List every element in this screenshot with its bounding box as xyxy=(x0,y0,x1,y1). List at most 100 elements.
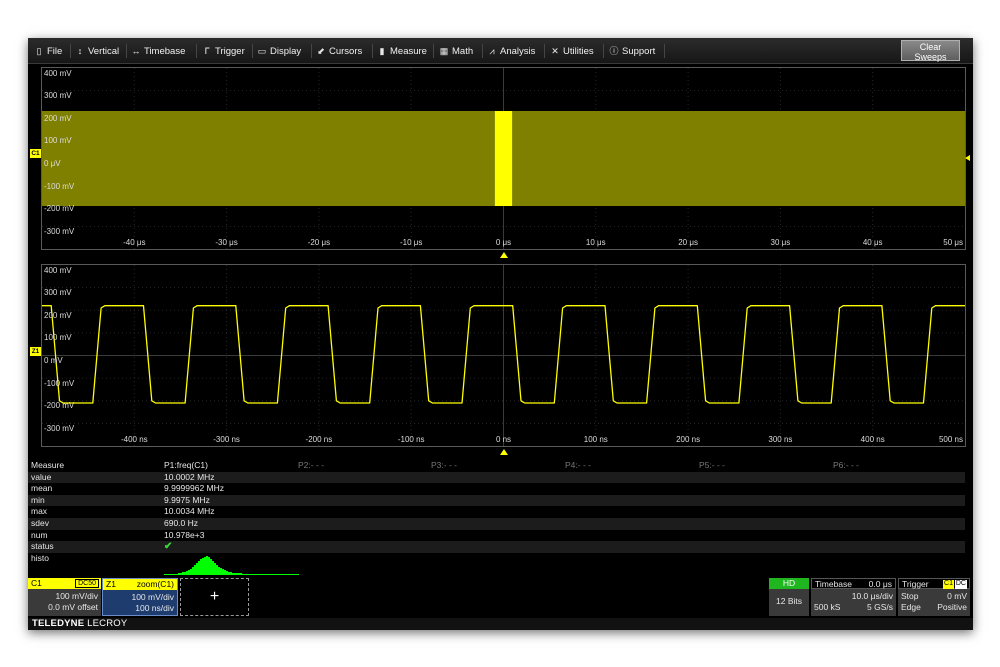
z1-x-tick-label: -200 ns xyxy=(305,435,333,444)
z1-waveform-plot xyxy=(42,265,965,446)
z1-x-tick-label: 400 ns xyxy=(860,435,885,444)
measure-row-min: min 9.9975 MHz xyxy=(28,494,965,507)
z1-descriptor-header: Z1 zoom(C1) xyxy=(103,579,177,590)
z1-y-tick-label: 200 mV xyxy=(44,310,72,320)
c1-x-tick-label: 40 μs xyxy=(862,238,883,247)
timebase-descriptor[interactable]: Timebase 0.0 μs 10.0 μs/div 500 kS 5 GS/s xyxy=(811,578,896,616)
add-trace-button[interactable]: + xyxy=(180,578,249,616)
c1-x-tick-label: 0 μs xyxy=(495,238,512,247)
z1-x-tick-label: -100 ns xyxy=(397,435,425,444)
menu-measure[interactable]: ▮ Measure xyxy=(377,43,427,59)
z1-y-tick-label: 400 mV xyxy=(44,265,72,275)
menu-cursors[interactable]: ⬋ Cursors xyxy=(316,43,362,59)
histo-bar xyxy=(192,566,194,574)
z1-y-tick-label: -300 mV xyxy=(44,423,75,433)
measure-header-row: Measure P1:freq(C1) P2:- - - P3:- - - P4… xyxy=(28,460,965,472)
c1-y-tick-label: -300 mV xyxy=(44,226,75,236)
histogram-icon xyxy=(164,555,299,575)
info-icon: ⓘ xyxy=(609,46,619,56)
param-p2[interactable]: P2:- - - xyxy=(298,460,324,472)
param-p4[interactable]: P4:- - - xyxy=(565,460,591,472)
trigger-position-marker-z1[interactable] xyxy=(500,449,508,455)
horizontal-arrows-icon: ↔ xyxy=(131,46,141,56)
menu-math[interactable]: ▦ Math xyxy=(439,43,473,59)
menu-utilities[interactable]: ✕ Utilities xyxy=(550,43,593,59)
histo-bar xyxy=(204,556,206,574)
histo-bar xyxy=(180,572,182,574)
histo-bar xyxy=(230,571,232,574)
param-p1[interactable]: P1:freq(C1) xyxy=(164,460,208,472)
z1-trace-label[interactable]: Z1 xyxy=(30,347,41,356)
histo-bar xyxy=(218,566,220,574)
trigger-position-marker-c1[interactable] xyxy=(500,252,508,258)
zoom-window-highlight xyxy=(494,110,513,207)
histo-bar xyxy=(210,558,212,574)
z1-y-tick-label: -100 mV xyxy=(44,378,75,388)
c1-x-tick-label: 20 μs xyxy=(678,238,698,247)
histo-bar xyxy=(196,562,198,574)
z1-x-tick-label: 0 ns xyxy=(495,435,512,444)
zoom-z1-grid[interactable]: 400 mV 300 mV 200 mV 100 mV 0 mV -100 mV -200 … xyxy=(41,264,966,447)
measure-row-mean: mean 9.9999962 MHz xyxy=(31,483,225,494)
footer-bar: TELEDYNE LECROY xyxy=(28,618,973,630)
menu-vertical[interactable]: ↕ Vertical xyxy=(75,43,119,59)
measure-row-value: value 10.0002 MHz xyxy=(28,471,965,484)
histo-bar xyxy=(220,567,222,574)
histo-bar xyxy=(208,556,210,574)
c1-waveform-plot xyxy=(42,68,965,249)
chart-icon: ⩘ xyxy=(489,46,495,56)
histo-bar xyxy=(224,569,226,574)
histo-bar xyxy=(234,572,236,574)
z1-x-tick-label: 300 ns xyxy=(768,435,793,444)
oscilloscope-window: ▯ File ↕ Vertical ↔ Timebase ᒥ Trigger ▭ Disp… xyxy=(28,38,973,630)
calculator-icon: ▦ xyxy=(439,46,449,56)
c1-y-tick-label: 300 mV xyxy=(44,91,72,101)
trigger-level-marker[interactable] xyxy=(965,155,970,161)
histo-bar xyxy=(200,558,202,574)
z1-x-tick-label: -400 ns xyxy=(120,435,148,444)
hd-descriptor[interactable]: HD 12 Bits xyxy=(769,578,809,616)
z1-y-tick-label: -200 mV xyxy=(44,401,75,411)
c1-y-tick-label: 400 mV xyxy=(44,68,72,78)
c1-y-tick-label: -100 mV xyxy=(44,181,75,191)
measure-row-sdev: sdev 690.0 Hz xyxy=(28,518,965,530)
menu-trigger[interactable]: ᒥ Trigger xyxy=(202,43,244,59)
c1-y-tick-label: -200 mV xyxy=(44,204,75,214)
menu-analysis[interactable]: ⩘ Analysis xyxy=(487,43,535,59)
c1-x-tick-label: -40 μs xyxy=(123,238,146,247)
trigger-descriptor[interactable]: Trigger C1 DC Stop 0 mV Edge Positive xyxy=(898,578,970,616)
z1-x-tick-label: 100 ns xyxy=(583,435,608,444)
menu-support[interactable]: ⓘ Support xyxy=(609,43,655,59)
c1-descriptor[interactable]: C1 DC50 100 mV/div 0.0 mV offset xyxy=(28,578,101,616)
menu-file[interactable]: ▯ File xyxy=(34,43,63,59)
menu-timebase[interactable]: ↔ Timebase xyxy=(131,43,186,59)
histo-bar xyxy=(178,572,180,574)
histo-bar xyxy=(198,560,200,574)
channel-c1-grid[interactable]: 400 mV 300 mV 200 mV 100 mV 0 μV -100 mV -200 … xyxy=(41,67,966,250)
measure-row-num: num 10.978e+3 xyxy=(31,529,205,540)
histo-bar xyxy=(216,564,218,574)
histo-bar xyxy=(206,555,208,574)
histo-bar xyxy=(202,557,204,574)
teledyne-lecroy-logo: TELEDYNE LECROY xyxy=(32,618,128,629)
param-p5[interactable]: P5:- - - xyxy=(699,460,725,472)
histo-bar xyxy=(240,572,242,574)
menu-display[interactable]: ▭ Display xyxy=(257,43,301,59)
param-p6[interactable]: P6:- - - xyxy=(833,460,859,472)
c1-x-tick-label: -20 μs xyxy=(307,238,331,247)
c1-trace-label[interactable]: C1 xyxy=(30,149,41,158)
status-ok-icon: ✔ xyxy=(164,541,173,553)
menu-bar: ▯ File ↕ Vertical ↔ Timebase ᒥ Trigger ▭ Disp… xyxy=(28,38,973,64)
z1-y-tick-label: 100 mV xyxy=(44,333,72,343)
measure-row-histo: histo xyxy=(28,553,965,575)
trigger-icon: ᒥ xyxy=(204,46,210,56)
z1-y-tick-label: 300 mV xyxy=(44,288,72,298)
z1-y-tick-label: 0 mV xyxy=(44,356,63,365)
c1-y-tick-label: 200 mV xyxy=(44,113,72,123)
clear-sweeps-button[interactable]: Clear Sweeps xyxy=(901,40,960,62)
param-p3[interactable]: P3:- - - xyxy=(431,460,457,472)
z1-descriptor[interactable]: Z1 zoom(C1) 100 mV/div 100 ns/div xyxy=(102,578,178,616)
histo-bar xyxy=(184,571,186,574)
ruler-icon: ▮ xyxy=(379,46,385,56)
histo-bar xyxy=(194,564,196,574)
